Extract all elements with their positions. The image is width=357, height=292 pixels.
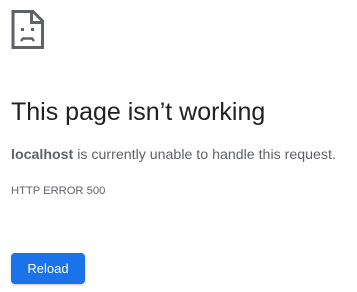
error-message-text: is currently unable to handle this reque… [73,147,336,163]
error-message: localhost is currently unable to handle … [11,145,336,165]
sad-page-icon [11,10,44,49]
reload-button[interactable]: Reload [11,253,85,284]
page-title: This page isn’t working [11,98,266,126]
error-host: localhost [11,147,74,163]
error-code: HTTP ERROR 500 [11,185,106,197]
